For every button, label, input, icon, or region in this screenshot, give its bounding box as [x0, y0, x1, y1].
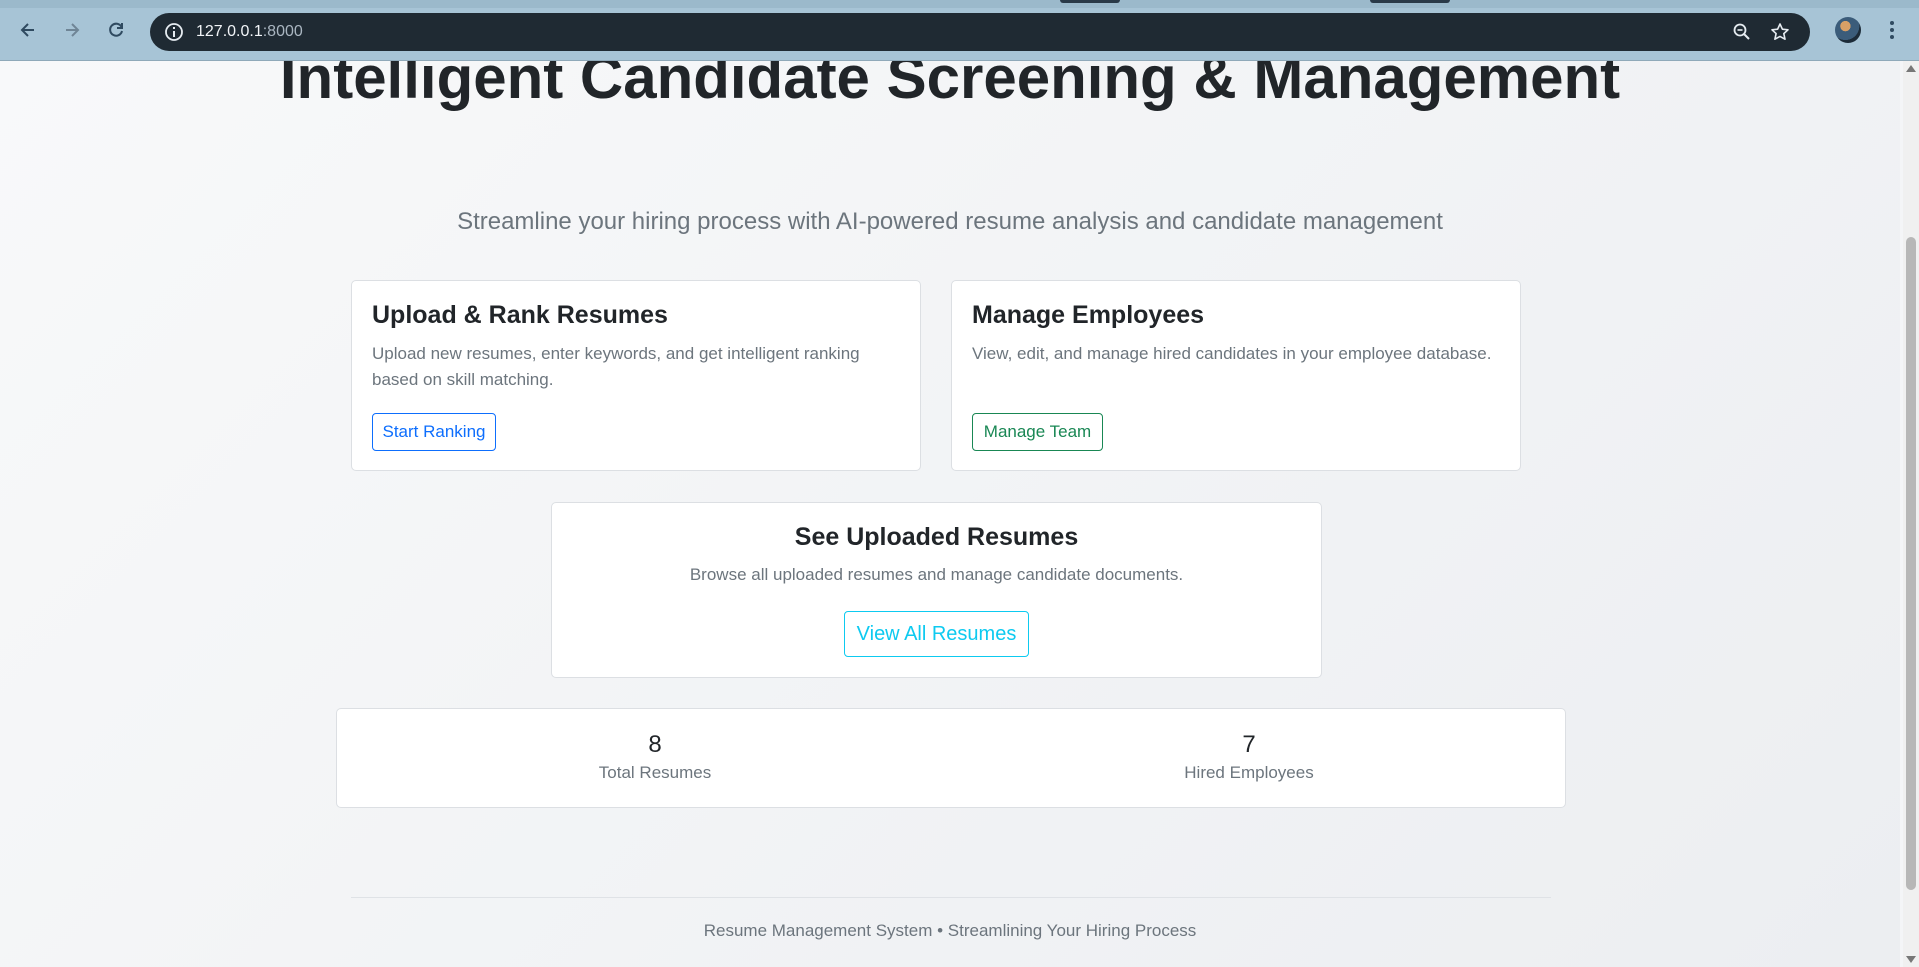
address-bar[interactable]: 127.0.0.1:8000 — [150, 13, 1810, 51]
forward-icon — [66, 23, 80, 37]
kebab-menu-icon[interactable] — [1882, 18, 1902, 42]
card-title: Manage Employees — [972, 301, 1205, 329]
card-title: See Uploaded Resumes — [794, 523, 1079, 551]
stat-value: 7 — [1242, 731, 1256, 758]
card-description: View, edit, and manage hired candidates … — [972, 344, 1492, 363]
profile-avatar[interactable] — [1835, 17, 1861, 43]
footer-text: Resume Management System • Streamlining … — [703, 921, 1197, 940]
stat-total-resumes: 8 Total Resumes — [505, 729, 805, 785]
stat-label: Hired Employees — [1184, 763, 1314, 782]
start-ranking-button[interactable]: Start Ranking — [372, 413, 496, 451]
footer-divider — [351, 897, 1551, 898]
url-text[interactable]: 127.0.0.1:8000 — [196, 23, 303, 41]
page-subtitle: Streamline your hiring process with AI-p… — [457, 208, 1443, 235]
scrollbar-thumb[interactable] — [1906, 237, 1916, 890]
stat-label: Total Resumes — [598, 763, 712, 782]
forward-button[interactable] — [58, 16, 86, 44]
back-button[interactable] — [14, 16, 42, 44]
manage-employees-card: Manage Employees View, edit, and manage … — [951, 280, 1521, 471]
back-icon — [20, 23, 34, 37]
info-icon[interactable] — [164, 22, 184, 42]
stat-hired-employees: 7 Hired Employees — [1099, 729, 1399, 785]
browser-toolbar: 127.0.0.1:8000 — [0, 0, 1919, 61]
tab-strip — [0, 0, 1919, 8]
stat-value: 8 — [648, 731, 662, 758]
page-title: Intelligent Candidate Screening & Manage… — [279, 61, 1621, 111]
page-content: Intelligent Candidate Screening & Manage… — [0, 61, 1900, 967]
reload-icon — [109, 22, 123, 37]
tab-edge — [1370, 0, 1450, 3]
stats-panel: 8 Total Resumes 7 Hired Employees — [336, 708, 1566, 808]
card-title: Upload & Rank Resumes — [372, 301, 668, 329]
scroll-up-arrow[interactable] — [1906, 65, 1916, 72]
view-all-resumes-button[interactable]: View All Resumes — [844, 611, 1029, 657]
card-description: Upload new resumes, enter keywords, and … — [372, 344, 860, 389]
tab-edge — [1060, 0, 1120, 3]
scroll-down-arrow[interactable] — [1906, 956, 1916, 963]
url-port: :8000 — [262, 23, 303, 40]
star-icon[interactable] — [1770, 22, 1790, 42]
vertical-scrollbar[interactable] — [1903, 61, 1919, 967]
url-host: 127.0.0.1 — [196, 23, 263, 40]
manage-team-button[interactable]: Manage Team — [972, 413, 1103, 451]
upload-rank-card: Upload & Rank Resumes Upload new resumes… — [351, 280, 921, 471]
reload-button[interactable] — [102, 16, 130, 44]
card-description: Browse all uploaded resumes and manage c… — [689, 565, 1184, 584]
zoom-icon[interactable] — [1732, 22, 1752, 42]
uploaded-resumes-card: See Uploaded Resumes Browse all uploaded… — [551, 502, 1322, 678]
